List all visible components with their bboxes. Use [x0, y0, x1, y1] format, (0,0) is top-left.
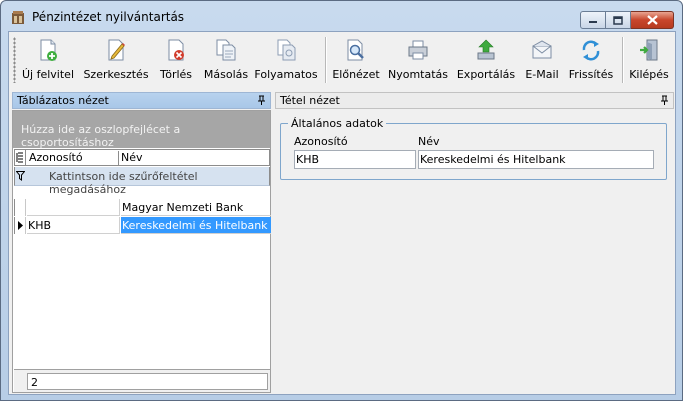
- id-field[interactable]: KHB: [294, 150, 416, 169]
- pin-icon[interactable]: [660, 95, 669, 106]
- continuous-documents-icon: [277, 39, 296, 61]
- current-row-arrow-icon: [18, 221, 23, 230]
- row-indicator[interactable]: [15, 199, 26, 216]
- edit-pencil-icon: [108, 39, 125, 61]
- copy-button[interactable]: Másolás: [202, 36, 250, 86]
- continuous-label: Folyamatos: [254, 68, 318, 81]
- table-view-header[interactable]: Táblázatos nézet: [12, 92, 271, 109]
- table-row[interactable]: Magyar Nemzeti Bank: [14, 199, 271, 216]
- table-view-panel: Húzza ide az oszlopfejlécet a csoportosí…: [12, 110, 271, 393]
- filter-row[interactable]: Kattintson ide szűrőfeltétel megadásához: [14, 167, 270, 196]
- minimize-button[interactable]: [580, 11, 606, 29]
- cell-name[interactable]: Magyar Nemzeti Bank: [121, 199, 271, 216]
- print-button[interactable]: Nyomtatás: [387, 36, 449, 86]
- window-title: Pénzintézet nyilvántartás: [32, 10, 185, 24]
- delete-label: Törlés: [159, 68, 193, 81]
- cell-id[interactable]: [27, 199, 120, 216]
- edit-label: Szerkesztés: [83, 68, 149, 81]
- pin-icon[interactable]: [257, 95, 266, 106]
- delete-document-icon: [168, 39, 184, 61]
- general-data-group: Általános adatok Azonosító Név KHB Keres…: [280, 117, 667, 180]
- general-data-title: Általános adatok: [288, 117, 387, 130]
- continuous-button[interactable]: Folyamatos: [254, 36, 318, 86]
- table-view-title: Táblázatos nézet: [17, 94, 109, 107]
- exit-door-icon: [640, 39, 658, 61]
- name-label: Név: [418, 135, 440, 148]
- refresh-label: Frissítés: [568, 68, 614, 81]
- print-label: Nyomtatás: [387, 68, 449, 81]
- column-header-id[interactable]: Azonosító: [27, 151, 119, 165]
- maximize-button[interactable]: [606, 11, 631, 29]
- close-button[interactable]: [631, 11, 674, 29]
- preview-button[interactable]: Előnézet: [332, 36, 380, 86]
- new-document-icon: [40, 39, 57, 61]
- grid-header: Azonosító Név: [14, 149, 270, 166]
- preview-magnifier-icon: [347, 39, 364, 61]
- copy-label: Másolás: [203, 68, 249, 81]
- delete-button[interactable]: Törlés: [155, 36, 197, 86]
- toolbar-separator: [325, 37, 326, 83]
- column-chooser-button[interactable]: [15, 150, 26, 165]
- column-chooser-icon: [16, 152, 23, 163]
- cell-id[interactable]: KHB: [27, 217, 120, 234]
- email-label: E-Mail: [525, 68, 559, 81]
- app-icon: [12, 11, 24, 24]
- toolbar-grip[interactable]: [13, 37, 16, 83]
- record-view-header[interactable]: Tétel nézet: [275, 92, 674, 109]
- email-button[interactable]: E-Mail: [524, 36, 560, 86]
- record-count: 2: [27, 373, 268, 390]
- group-by-hint: Húzza ide az oszlopfejlécet a csoportosí…: [21, 123, 181, 149]
- name-field[interactable]: Kereskedelmi és Hitelbank: [418, 150, 654, 169]
- record-view-panel: Általános adatok Azonosító Név KHB Keres…: [275, 110, 674, 393]
- export-label: Exportálás: [456, 68, 516, 81]
- refresh-icon: [582, 40, 600, 61]
- column-header-name[interactable]: Név: [121, 151, 143, 164]
- minimize-icon: [589, 21, 597, 23]
- row-indicator[interactable]: [15, 217, 26, 234]
- window-controls: [580, 11, 674, 29]
- printer-icon: [408, 40, 428, 60]
- export-arrow-icon: [477, 39, 495, 60]
- exit-button[interactable]: Kilépés: [627, 36, 671, 86]
- title-bar[interactable]: Pénzintézet nyilvántartás: [1, 1, 682, 31]
- new-record-label: Új felvitel: [22, 68, 75, 81]
- toolbar-separator: [622, 37, 623, 83]
- envelope-icon: [532, 40, 552, 59]
- export-button[interactable]: Exportálás: [456, 36, 516, 86]
- filter-hint: Kattintson ide szűrőfeltétel megadásához: [49, 170, 198, 196]
- filter-icon: [16, 171, 25, 181]
- table-row-selected[interactable]: KHB Kereskedelmi és Hitelbank: [14, 217, 271, 234]
- preview-label: Előnézet: [332, 68, 380, 81]
- copy-documents-icon: [216, 39, 236, 61]
- record-view-title: Tétel nézet: [280, 94, 340, 107]
- app-window: Pénzintézet nyilvántartás Új felvitel Sz…: [0, 0, 683, 401]
- maximize-icon: [613, 15, 623, 25]
- edit-button[interactable]: Szerkesztés: [83, 36, 149, 86]
- toolbar: Új felvitel Szerkesztés Törlés Másolás F…: [9, 32, 675, 89]
- group-by-area[interactable]: Húzza ide az oszlopfejlécet a csoportosí…: [13, 111, 270, 149]
- client-area: Új felvitel Szerkesztés Törlés Másolás F…: [8, 31, 676, 395]
- grid-footer: 2: [14, 369, 270, 392]
- cell-name[interactable]: Kereskedelmi és Hitelbank: [121, 217, 271, 234]
- refresh-button[interactable]: Frissítés: [567, 36, 615, 86]
- exit-label: Kilépés: [629, 68, 669, 81]
- id-label: Azonosító: [294, 135, 348, 148]
- close-icon: [646, 15, 658, 25]
- new-record-button[interactable]: Új felvitel: [22, 36, 74, 86]
